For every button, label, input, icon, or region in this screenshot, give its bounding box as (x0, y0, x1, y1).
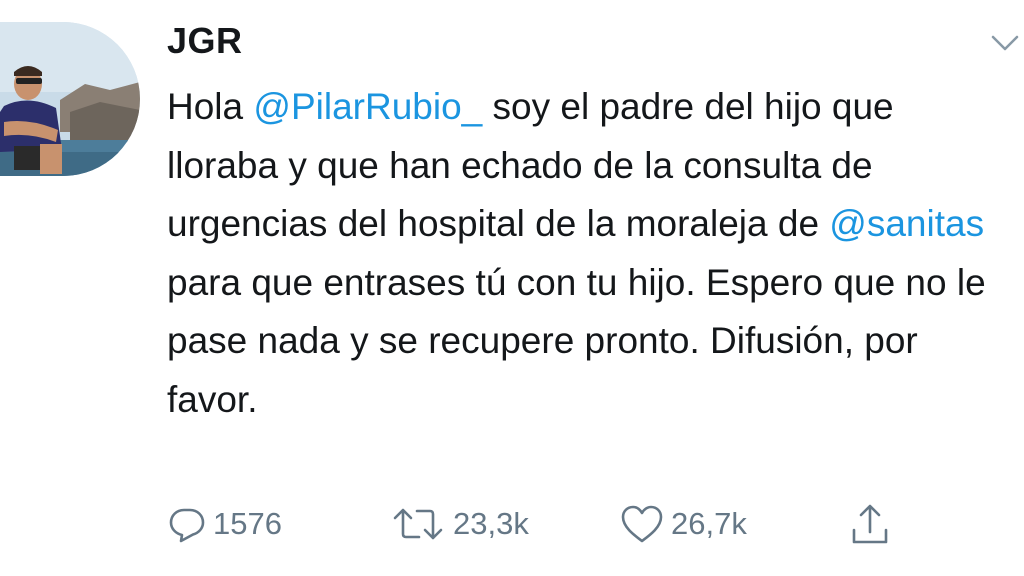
avatar-photo (0, 22, 140, 176)
tweet-actions: 1576 23,3k 26,7k (167, 500, 927, 548)
retweet-arrows-icon (393, 508, 443, 540)
heart-icon (621, 505, 663, 543)
tweet-text: Hola @PilarRubio_ soy el padre del hijo … (167, 78, 1007, 429)
reply-button[interactable]: 1576 (167, 500, 282, 548)
share-upload-icon (852, 504, 888, 544)
reply-count: 1576 (213, 506, 282, 541)
tweet-card: JGR Hola @PilarRubio_ soy el padre del h… (0, 0, 1024, 576)
share-button[interactable] (850, 500, 890, 548)
retweet-button[interactable]: 23,3k (389, 500, 529, 548)
avatar[interactable] (0, 22, 140, 176)
like-button[interactable]: 26,7k (619, 500, 747, 548)
username[interactable]: JGR (167, 20, 243, 62)
like-count: 26,7k (671, 506, 747, 541)
mention-link[interactable]: @PilarRubio_ (253, 86, 482, 127)
tweet-text-part: para que entrases tú con tu hijo. Espero… (167, 261, 986, 420)
chevron-down-icon[interactable] (990, 32, 1020, 54)
retweet-count: 23,3k (453, 506, 529, 541)
speech-bubble-icon (169, 508, 205, 543)
mention-link[interactable]: @sanitas (829, 203, 984, 244)
tweet-text-part: Hola (167, 86, 254, 127)
